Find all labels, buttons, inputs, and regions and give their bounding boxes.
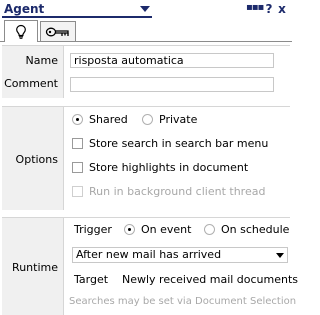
on-schedule-label: On schedule <box>221 223 290 236</box>
comment-field[interactable] <box>70 77 274 92</box>
tab-security[interactable] <box>40 21 76 41</box>
event-select[interactable]: After new mail has arrived <box>72 247 288 263</box>
target-label: Target <box>74 273 109 286</box>
key-icon <box>45 27 69 36</box>
options-group: Options Shared Private Store search in s… <box>2 106 290 210</box>
runtime-group: Runtime Trigger On event On schedule Aft… <box>2 217 298 315</box>
store-highlights-label: Store highlights in document <box>89 161 249 174</box>
panel-title[interactable]: Agent <box>4 2 44 16</box>
store-search-label: Store search in search bar menu <box>89 137 269 150</box>
help-icon[interactable]: ? <box>264 2 274 16</box>
footer-note: Searches may be set via Document Selecti… <box>69 296 297 307</box>
shared-radio[interactable] <box>72 114 83 125</box>
on-event-radio[interactable] <box>124 224 135 235</box>
name-field[interactable]: risposta automatica <box>70 53 274 68</box>
tab-basics[interactable] <box>4 20 38 42</box>
shared-label: Shared <box>89 113 128 126</box>
options-label: Options <box>15 153 58 166</box>
store-highlights-checkbox[interactable] <box>72 162 83 173</box>
event-select-value: After new mail has arrived <box>76 248 222 261</box>
close-icon[interactable]: x <box>277 2 287 16</box>
runtime-label: Runtime <box>12 261 58 274</box>
chevron-down-icon <box>276 253 284 258</box>
target-value: Newly received mail documents <box>122 273 299 286</box>
grip-dots-icon[interactable]: ▪▪▪ <box>246 2 264 16</box>
comment-label: Comment <box>4 77 58 90</box>
run-background-checkbox[interactable] <box>72 186 83 197</box>
title-underline <box>2 16 152 18</box>
basics-group: Name risposta automatica Comment <box>2 45 290 98</box>
store-search-checkbox[interactable] <box>72 138 83 149</box>
run-background-label: Run in background client thread <box>89 185 266 198</box>
private-label: Private <box>159 113 198 126</box>
on-event-label: On event <box>141 223 192 236</box>
lightbulb-icon <box>16 24 26 39</box>
on-schedule-radio[interactable] <box>204 224 215 235</box>
trigger-label: Trigger <box>74 223 112 236</box>
tab-bar <box>0 19 292 42</box>
private-radio[interactable] <box>142 114 153 125</box>
chevron-down-icon[interactable] <box>140 6 150 12</box>
name-label: Name <box>25 54 58 67</box>
panel-titlebar: Agent ▪▪▪ ? x <box>0 0 292 18</box>
